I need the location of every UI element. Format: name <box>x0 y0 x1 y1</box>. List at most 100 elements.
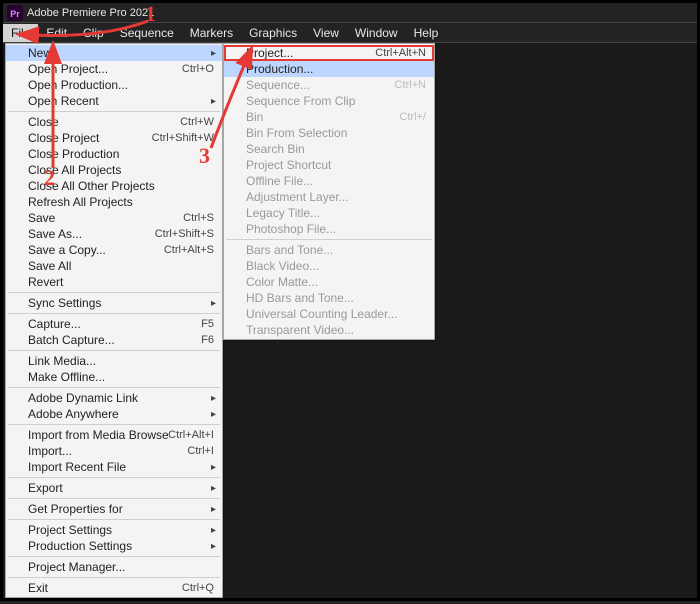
file-item-batch-capture[interactable]: Batch Capture...F6 <box>6 332 222 348</box>
file-separator <box>8 519 220 520</box>
menu-view[interactable]: View <box>305 24 347 42</box>
file-item-import-from-media-browser[interactable]: Import from Media BrowserCtrl+Alt+I <box>6 427 222 443</box>
new-item-bars-and-tone: Bars and Tone... <box>224 242 434 258</box>
file-item-open-recent[interactable]: Open Recent▸ <box>6 93 222 109</box>
menu-item-label: Save All <box>28 259 214 273</box>
new-item-photoshop-file: Photoshop File... <box>224 221 434 237</box>
chevron-right-icon: ▸ <box>211 504 216 515</box>
file-item-capture[interactable]: Capture...F5 <box>6 316 222 332</box>
menu-graphics[interactable]: Graphics <box>241 24 305 42</box>
new-item-bin: BinCtrl+/ <box>224 109 434 125</box>
file-item-save-all[interactable]: Save All <box>6 258 222 274</box>
file-item-adobe-anywhere[interactable]: Adobe Anywhere▸ <box>6 406 222 422</box>
file-item-close-all-other-projects[interactable]: Close All Other Projects <box>6 178 222 194</box>
menu-clip[interactable]: Clip <box>75 24 112 42</box>
file-item-close[interactable]: CloseCtrl+W <box>6 114 222 130</box>
new-item-sequence: Sequence...Ctrl+N <box>224 77 434 93</box>
menu-item-label: Export <box>28 481 214 495</box>
menu-item-label: Bars and Tone... <box>246 243 426 257</box>
menu-item-shortcut: Ctrl+Q <box>182 582 214 594</box>
menu-help[interactable]: Help <box>406 24 447 42</box>
menu-file[interactable]: File <box>3 24 38 42</box>
new-item-production[interactable]: Production... <box>224 61 434 77</box>
menu-item-label: Link Media... <box>28 354 214 368</box>
new-item-search-bin: Search Bin <box>224 141 434 157</box>
new-item-color-matte: Color Matte... <box>224 274 434 290</box>
menu-item-shortcut: Ctrl+Shift+W <box>152 132 214 144</box>
chevron-right-icon: ▸ <box>211 541 216 552</box>
menu-item-label: Save <box>28 211 183 225</box>
menu-item-shortcut: Ctrl+Alt+N <box>375 47 426 59</box>
file-item-project-settings[interactable]: Project Settings▸ <box>6 522 222 538</box>
chevron-right-icon: ▸ <box>211 462 216 473</box>
menu-bar: FileEditClipSequenceMarkersGraphicsViewW… <box>3 23 697 43</box>
file-item-export[interactable]: Export▸ <box>6 480 222 496</box>
file-separator <box>8 577 220 578</box>
menu-item-label: Save As... <box>28 227 155 241</box>
chevron-right-icon: ▸ <box>211 298 216 309</box>
menu-item-label: Get Properties for <box>28 502 214 516</box>
menu-sequence[interactable]: Sequence <box>112 24 182 42</box>
menu-item-label: Project Shortcut <box>246 158 426 172</box>
menu-item-label: Adobe Dynamic Link <box>28 391 214 405</box>
new-item-project-shortcut: Project Shortcut <box>224 157 434 173</box>
file-item-close-project[interactable]: Close ProjectCtrl+Shift+W <box>6 130 222 146</box>
menu-item-label: Close All Other Projects <box>28 179 214 193</box>
menu-item-label: Photoshop File... <box>246 222 426 236</box>
file-item-close-all-projects[interactable]: Close All Projects <box>6 162 222 178</box>
menu-item-label: Import... <box>28 444 187 458</box>
menu-item-shortcut: Ctrl+/ <box>399 111 426 123</box>
file-item-make-offline[interactable]: Make Offline... <box>6 369 222 385</box>
menu-item-label: Universal Counting Leader... <box>246 307 426 321</box>
menu-item-label: Legacy Title... <box>246 206 426 220</box>
file-item-import[interactable]: Import...Ctrl+I <box>6 443 222 459</box>
file-item-link-media[interactable]: Link Media... <box>6 353 222 369</box>
new-item-transparent-video: Transparent Video... <box>224 322 434 338</box>
menu-item-label: Adobe Anywhere <box>28 407 214 421</box>
file-item-get-properties-for[interactable]: Get Properties for▸ <box>6 501 222 517</box>
file-item-exit[interactable]: ExitCtrl+Q <box>6 580 222 596</box>
menu-window[interactable]: Window <box>347 24 406 42</box>
menu-item-label: Batch Capture... <box>28 333 201 347</box>
menu-item-label: Close Production <box>28 147 214 161</box>
file-item-refresh-all-projects[interactable]: Refresh All Projects <box>6 194 222 210</box>
file-item-new[interactable]: New▸ <box>6 45 222 61</box>
new-item-offline-file: Offline File... <box>224 173 434 189</box>
menu-item-label: Capture... <box>28 317 201 331</box>
menu-item-label: HD Bars and Tone... <box>246 291 426 305</box>
menu-item-label: Close <box>28 115 180 129</box>
svg-text:Pr: Pr <box>10 9 20 19</box>
file-item-close-production[interactable]: Close Production <box>6 146 222 162</box>
menu-item-label: Sequence From Clip <box>246 94 426 108</box>
menu-item-label: Revert <box>28 275 214 289</box>
menu-item-label: Project... <box>246 46 375 60</box>
file-item-save-as[interactable]: Save As...Ctrl+Shift+S <box>6 226 222 242</box>
file-item-revert[interactable]: Revert <box>6 274 222 290</box>
file-separator <box>8 498 220 499</box>
file-item-production-settings[interactable]: Production Settings▸ <box>6 538 222 554</box>
new-item-project[interactable]: Project...Ctrl+Alt+N <box>224 45 434 61</box>
chevron-right-icon: ▸ <box>211 483 216 494</box>
menu-item-label: Project Settings <box>28 523 214 537</box>
menu-item-shortcut: Ctrl+O <box>182 63 214 75</box>
file-item-project-manager[interactable]: Project Manager... <box>6 559 222 575</box>
file-item-save[interactable]: SaveCtrl+S <box>6 210 222 226</box>
file-item-open-production[interactable]: Open Production... <box>6 77 222 93</box>
menu-edit[interactable]: Edit <box>38 24 75 42</box>
menu-item-shortcut: F6 <box>201 334 214 346</box>
menu-markers[interactable]: Markers <box>182 24 241 42</box>
chevron-right-icon: ▸ <box>211 48 216 59</box>
app-title: Adobe Premiere Pro 2021 <box>27 7 154 19</box>
new-item-bin-from-selection: Bin From Selection <box>224 125 434 141</box>
menu-item-shortcut: Ctrl+Alt+S <box>164 244 214 256</box>
file-item-open-project[interactable]: Open Project...Ctrl+O <box>6 61 222 77</box>
file-separator <box>8 292 220 293</box>
file-item-save-a-copy[interactable]: Save a Copy...Ctrl+Alt+S <box>6 242 222 258</box>
menu-item-shortcut: F5 <box>201 318 214 330</box>
menu-item-label: Close All Projects <box>28 163 214 177</box>
file-item-adobe-dynamic-link[interactable]: Adobe Dynamic Link▸ <box>6 390 222 406</box>
new-item-hd-bars-and-tone: HD Bars and Tone... <box>224 290 434 306</box>
file-item-import-recent-file[interactable]: Import Recent File▸ <box>6 459 222 475</box>
file-item-sync-settings[interactable]: Sync Settings▸ <box>6 295 222 311</box>
menu-item-label: Open Production... <box>28 78 214 92</box>
